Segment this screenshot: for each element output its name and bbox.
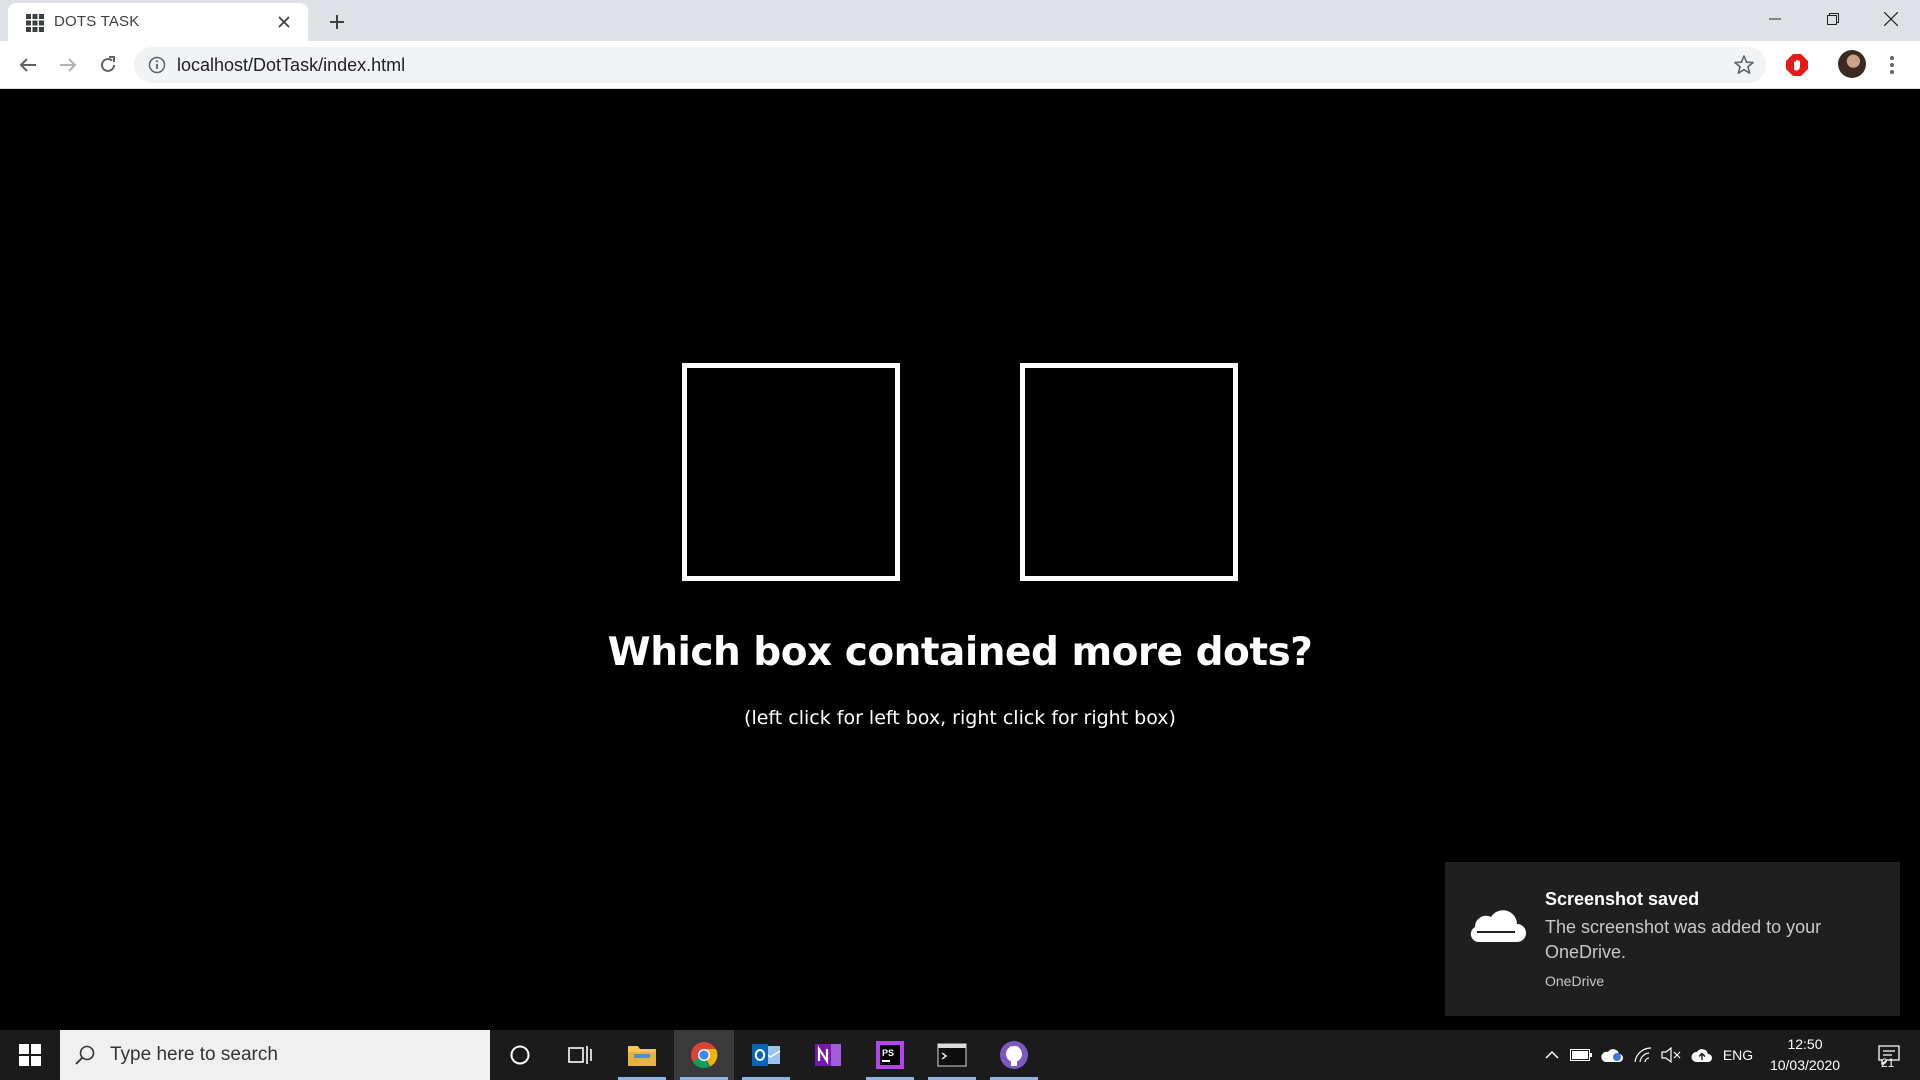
window-controls [1746, 0, 1920, 41]
cortana-icon[interactable] [490, 1030, 550, 1080]
volume-muted-icon[interactable] [1658, 1030, 1684, 1080]
chrome-icon[interactable] [674, 1030, 734, 1080]
action-center-icon[interactable] [1864, 1030, 1914, 1080]
reload-icon[interactable] [92, 49, 124, 81]
notification-count-badge: 21 [1881, 1056, 1895, 1070]
info-icon[interactable] [148, 56, 166, 74]
outlook-icon[interactable] [736, 1030, 796, 1080]
clock-date: 10/03/2020 [1769, 1057, 1841, 1073]
grid-favicon-icon [26, 14, 44, 32]
language-text: ENG [1722, 1047, 1754, 1063]
github-desktop-icon[interactable] [984, 1030, 1044, 1080]
show-hidden-icons-chevron-icon[interactable] [1540, 1030, 1564, 1080]
browser-tab-strip: DOTS TASK [0, 0, 1920, 41]
onedrive-toast[interactable]: Screenshot saved The screenshot was adde… [1445, 862, 1900, 1016]
cloud-upload-icon[interactable] [1688, 1030, 1716, 1080]
search-icon [74, 1044, 96, 1066]
profile-avatar[interactable] [1838, 50, 1866, 78]
onenote-icon[interactable] [798, 1030, 858, 1080]
file-explorer-icon[interactable] [612, 1030, 672, 1080]
windows-taskbar: Type here to search PS ENG 12:50 10/03/2… [0, 1030, 1920, 1080]
wifi-icon[interactable] [1630, 1030, 1656, 1080]
clock-time: 12:50 [1787, 1036, 1823, 1052]
taskbar-search-box[interactable]: Type here to search [60, 1030, 490, 1080]
onedrive-sync-icon[interactable] [1598, 1030, 1626, 1080]
language-indicator[interactable]: ENG [1720, 1030, 1756, 1080]
bookmark-star-icon[interactable] [1732, 53, 1756, 77]
toast-app-name: OneDrive [1545, 973, 1605, 989]
url-text[interactable]: localhost/DotTask/index.html [177, 55, 405, 76]
adblock-extension-icon[interactable] [1783, 51, 1811, 79]
onedrive-cloud-icon [1465, 902, 1527, 946]
search-placeholder: Type here to search [110, 1044, 278, 1065]
toast-title: Screenshot saved [1545, 889, 1700, 909]
phpstorm-icon[interactable]: PS [860, 1030, 920, 1080]
browser-menu-icon[interactable] [1880, 51, 1904, 79]
left-stimulus-box[interactable] [682, 363, 900, 581]
address-bar[interactable]: localhost/DotTask/index.html [134, 47, 1766, 83]
tab-close-icon[interactable] [272, 10, 296, 34]
battery-icon[interactable] [1568, 1030, 1594, 1080]
windows-start-icon[interactable] [0, 1030, 60, 1080]
toast-body: The screenshot was added to your OneDriv… [1545, 917, 1822, 962]
restore-button[interactable] [1804, 0, 1862, 38]
browser-toolbar: localhost/DotTask/index.html [0, 41, 1920, 89]
task-view-icon[interactable] [550, 1030, 610, 1080]
svg-text:PS: PS [882, 1048, 894, 1058]
system-clock[interactable]: 12:50 10/03/2020 [1760, 1034, 1850, 1076]
tab-title: DOTS TASK [54, 13, 140, 30]
question-heading: Which box contained more dots? [607, 630, 1313, 675]
new-tab-button[interactable] [322, 8, 352, 36]
terminal-icon[interactable] [922, 1030, 982, 1080]
right-stimulus-box[interactable] [1020, 363, 1238, 581]
back-icon[interactable] [12, 49, 44, 81]
close-window-button[interactable] [1862, 0, 1920, 38]
minimize-button[interactable] [1746, 0, 1804, 38]
forward-icon[interactable] [52, 49, 84, 81]
browser-tab[interactable]: DOTS TASK [8, 3, 308, 41]
instruction-text: (left click for left box, right click fo… [744, 707, 1176, 729]
